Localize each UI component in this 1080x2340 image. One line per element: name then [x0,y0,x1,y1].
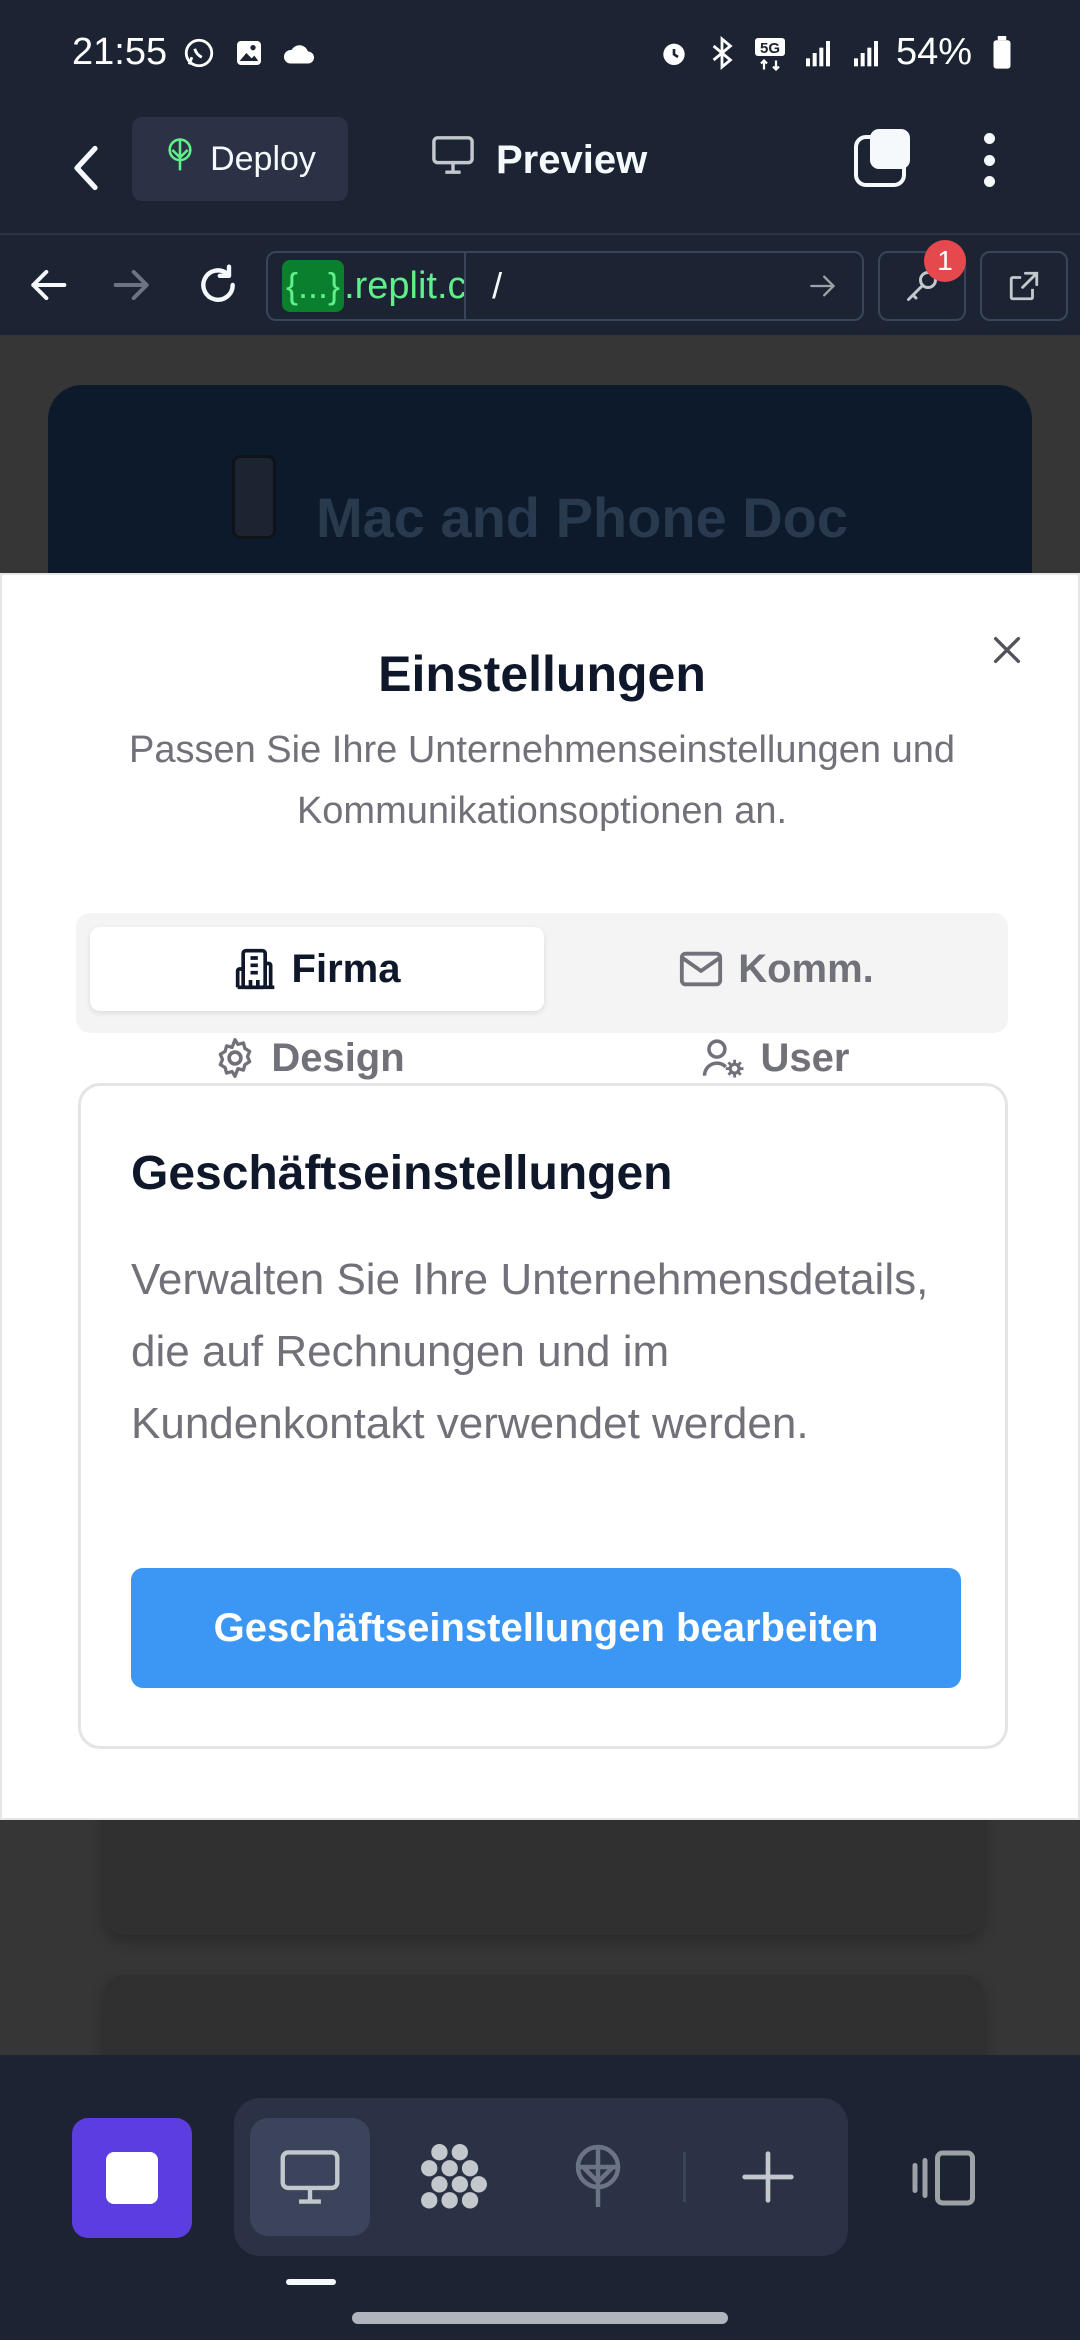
dialog-description: Passen Sie Ihre Unternehmenseinstellunge… [129,729,955,832]
stop-icon [106,2152,158,2204]
battery-percent: 54% [895,31,972,73]
url-host: .replit.c [344,264,465,307]
back-button[interactable] [58,133,114,203]
preview-label: Preview [496,137,648,182]
panels-icon [912,2150,975,2206]
preview-tab-title: Preview [430,125,647,195]
battery-icon [984,35,1020,71]
alarm-icon [656,35,692,71]
gallery-icon [231,35,267,71]
tool-divider [683,2152,686,2202]
monitor-icon [280,2150,340,2204]
new-tab-button[interactable] [708,2118,828,2236]
settings-dialog: Einstellungen Passen Sie Ihre Unternehme… [0,573,1080,1820]
more-dot [983,154,995,166]
whatsapp-icon [181,35,217,71]
user-settings-icon [702,1039,743,1078]
building-icon [235,948,274,990]
background-card [104,1975,984,2055]
bottom-toolbar [0,2055,1080,2340]
gear-icon [218,1038,252,1078]
browser-forward-button[interactable] [104,257,160,313]
deploy-tool-button[interactable] [538,2118,658,2236]
business-settings-card: Geschäftseinstellungen Verwalten Sie Ihr… [78,1083,1008,1749]
deploy-icon [164,137,196,182]
status-bar: 21:55 5G 54% [0,0,1080,105]
stop-button[interactable] [72,2118,192,2238]
cluster-icon [421,2144,487,2209]
tabs-icon [854,129,910,187]
active-tool-indicator [286,2279,336,2285]
url-devdomain-chip: {...} [282,260,345,312]
tab-label: Firma [291,946,401,991]
status-left: 21:55 [72,31,317,74]
status-right: 5G 54% [656,31,1020,74]
reload-button[interactable] [190,257,246,313]
plus-icon [742,2151,794,2203]
arrow-left-icon [31,269,67,301]
signal-icon [848,35,884,71]
workspace-tool-button[interactable] [394,2118,514,2236]
go-arrow-icon[interactable] [798,261,848,311]
deploy-label: Deploy [210,139,316,178]
tab-label: Komm. [738,946,874,991]
card-description: Verwalten Sie Ihre Unternehmensdetails, … [131,1255,929,1448]
app-header: Deploy Preview [0,105,1080,233]
url-path: / [492,265,503,306]
chevron-left-icon [74,145,98,191]
arrow-right-icon [113,269,149,301]
reload-icon [201,264,235,302]
external-link-icon [1009,271,1039,301]
more-options-button[interactable] [966,127,1012,193]
background-hero: Mac and Phone Doc [48,385,1032,605]
5g-icon: 5G [752,35,788,71]
phone-icon [231,455,276,539]
url-divider [464,253,467,319]
tab-label: Design [271,1035,405,1080]
card-title: Geschäftseinstellungen [131,1147,673,1200]
dialog-title: Einstellungen [378,646,706,702]
secrets-badge: 1 [924,240,966,282]
svg-text:5G: 5G [760,40,780,57]
tool-group [234,2098,848,2256]
preview-tool-button[interactable] [250,2118,370,2236]
tab-firma[interactable]: Firma [90,927,544,1011]
panels-button[interactable] [900,2138,990,2218]
deploy-button[interactable]: Deploy [132,117,348,201]
browser-back-button[interactable] [20,257,76,313]
more-dot [983,133,995,144]
tab-label: User [760,1035,850,1080]
home-indicator[interactable] [352,2312,728,2324]
background-hero-title: Mac and Phone Doc [315,486,849,549]
tab-komm[interactable]: Komm. [556,927,996,1011]
mail-icon [680,951,723,987]
more-dot [983,176,995,187]
tabs-button[interactable] [852,127,914,189]
monitor-icon [430,134,476,186]
open-external-button[interactable] [980,251,1068,321]
edit-business-settings-button[interactable]: Geschäftseinstellungen bearbeiten [131,1568,961,1688]
deploy-icon [575,2144,621,2207]
browser-bar: {...} .replit.c / [0,233,1080,333]
signal-icon [800,35,836,71]
cloud-icon [281,35,317,71]
status-time: 21:55 [72,31,168,73]
bluetooth-icon [704,35,740,71]
url-field[interactable]: {...} .replit.c / [266,251,864,321]
